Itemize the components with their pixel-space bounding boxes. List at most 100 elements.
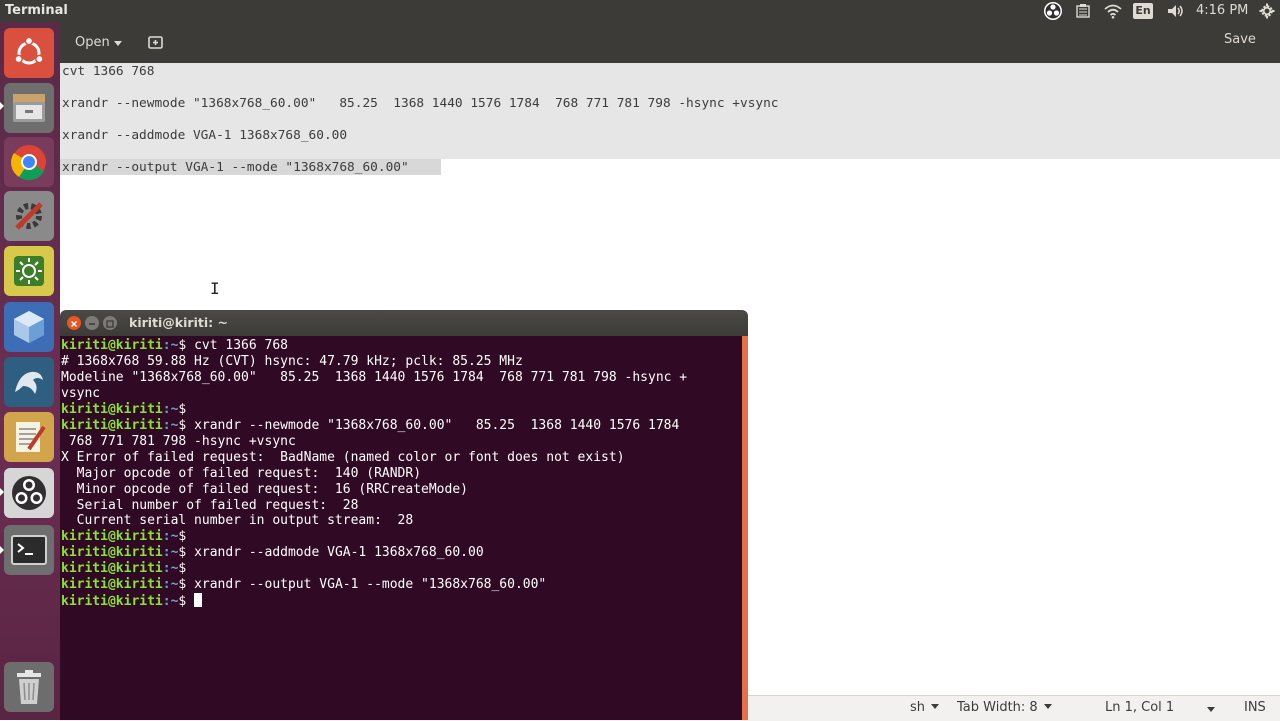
terminal-prompt-line: kiriti@kiriti:~$ cvt 1366 768	[61, 338, 288, 354]
virtualbox-icon[interactable]	[4, 302, 54, 352]
prompt-path: :~	[162, 338, 179, 353]
launcher	[0, 22, 60, 720]
obs-studio-icon[interactable]	[4, 468, 54, 518]
prompt-sign: $	[178, 529, 195, 545]
terminal-prompt-line: kiriti@kiriti:~$ xrandr --newmode "1368x…	[61, 418, 679, 434]
prompt-path: :~	[162, 577, 179, 593]
terminal-icon[interactable]	[4, 525, 54, 575]
terminal-command: cvt 1366 768	[194, 338, 288, 353]
prompt-path: :~	[162, 529, 179, 545]
terminal-prompt-line: kiriti@kiriti:~$	[61, 593, 203, 610]
prompt-path: :~	[162, 545, 179, 561]
keyboard-language-indicator[interactable]: En	[1133, 3, 1153, 19]
editor-line: xrandr --output VGA-1 --mode "1368x768_6…	[62, 160, 409, 175]
open-button[interactable]: Open	[74, 31, 132, 55]
prompt-path: :~	[162, 401, 179, 417]
chevron-down-icon	[1043, 704, 1052, 709]
trash-icon[interactable]	[4, 662, 54, 712]
prompt-sign: $	[178, 545, 195, 561]
prompt-sign: $	[178, 338, 195, 353]
prompt-sign: $	[178, 417, 195, 433]
terminal-output-line: vsync	[61, 385, 101, 401]
terminal-title: kiriti@kiriti: ~	[129, 315, 228, 330]
terminal-output-line: Modeline "1368x768_60.00" 85.25 1368 144…	[61, 369, 688, 385]
prompt-path: :~	[162, 417, 179, 433]
text-editor-icon[interactable]	[4, 412, 54, 462]
terminal-prompt-line: kiriti@kiriti:~$	[61, 561, 194, 577]
tab-width-label: Tab Width: 8	[957, 700, 1038, 715]
terminal-window: kiriti@kiriti: ~ kiriti@kiriti:~$ cvt 13…	[60, 310, 748, 720]
chevron-down-icon	[931, 704, 940, 709]
minimize-icon	[89, 323, 95, 325]
terminal-output-line: X Error of failed request: BadName (name…	[61, 449, 625, 465]
prompt-user: kiriti@kiriti	[61, 561, 163, 577]
top-panel: Terminal En 4:16 PM	[0, 0, 1280, 22]
prompt-user: kiriti@kiriti	[61, 529, 163, 545]
prompt-sign: $	[178, 594, 195, 610]
terminal-cursor	[194, 593, 203, 608]
terminal-prompt-line: kiriti@kiriti:~$	[61, 529, 194, 545]
minimize-button[interactable]	[85, 316, 99, 330]
files-icon[interactable]	[4, 83, 54, 133]
terminal-titlebar[interactable]: kiriti@kiriti: ~	[60, 310, 748, 336]
terminal-prompt-line: kiriti@kiriti:~$ xrandr --output VGA-1 -…	[61, 577, 546, 593]
prompt-user: kiriti@kiriti	[61, 577, 163, 593]
editor-line: xrandr --newmode "1368x768_60.00" 85.25 …	[62, 96, 779, 111]
obs-indicator-icon[interactable]	[1042, 0, 1064, 22]
editor-toolbar: Open Save	[60, 22, 1280, 63]
chevron-down-icon	[114, 41, 122, 46]
prompt-path: :~	[162, 561, 179, 577]
terminal-command: xrandr --newmode "1368x768_60.00" 85.25 …	[194, 417, 680, 433]
chevron-down-icon[interactable]	[1207, 707, 1215, 712]
editor-line: cvt 1366 768	[62, 64, 155, 79]
prompt-sign: $	[178, 561, 195, 577]
ibeam-cursor-icon: I	[210, 279, 220, 298]
terminal-output-line: Major opcode of failed request: 140 (RAN…	[61, 465, 422, 481]
new-document-icon	[148, 36, 163, 49]
maximize-icon	[106, 320, 114, 328]
maximize-button[interactable]	[103, 316, 117, 330]
terminal-command: xrandr --output VGA-1 --mode "1368x768_6…	[194, 577, 547, 593]
prompt-user: kiriti@kiriti	[61, 545, 163, 561]
terminal-output-line: Serial number of failed request: 28	[61, 497, 359, 513]
prompt-sign: $	[178, 401, 195, 417]
close-icon	[70, 320, 78, 328]
open-label: Open	[75, 35, 110, 50]
new-document-button[interactable]	[146, 33, 166, 53]
editor-line: xrandr --addmode VGA-1 1368x768_60.00	[62, 128, 348, 143]
prompt-user: kiriti@kiriti	[61, 417, 163, 433]
text-selection	[60, 63, 1280, 159]
app-title: Terminal	[5, 3, 68, 18]
wifi-icon[interactable]	[1102, 0, 1124, 22]
window-edge	[742, 336, 748, 720]
language-label: sh	[910, 700, 926, 715]
terminal-prompt-line: kiriti@kiriti:~$	[61, 402, 194, 418]
terminal-output-line: Current serial number in output stream: …	[61, 513, 414, 529]
prompt-user: kiriti@kiriti	[61, 338, 163, 353]
terminal-output-line: # 1368x768 59.88 Hz (CVT) hsync: 47.79 k…	[61, 353, 523, 369]
insert-mode[interactable]: INS	[1244, 700, 1266, 715]
clipboard-indicator-icon[interactable]	[1072, 0, 1094, 22]
ubuntu-dash-icon[interactable]	[4, 28, 54, 78]
terminal-output-line: 768 771 781 798 -hsync +vsync	[61, 433, 296, 449]
clock[interactable]: 4:16 PM	[1196, 3, 1248, 18]
prompt-user: kiriti@kiriti	[61, 401, 163, 417]
mysql-workbench-icon[interactable]	[4, 357, 54, 407]
prompt-path: :~	[162, 594, 179, 610]
cursor-position[interactable]: Ln 1, Col 1	[1105, 700, 1174, 715]
chrome-icon[interactable]	[4, 137, 54, 187]
save-button[interactable]: Save	[1224, 32, 1256, 47]
terminal-output-line: Minor opcode of failed request: 16 (RRCr…	[61, 481, 468, 497]
volume-icon[interactable]	[1164, 0, 1186, 22]
tab-width-selector[interactable]: Tab Width: 8	[957, 700, 1052, 715]
gear-icon[interactable]	[1256, 0, 1278, 22]
system-settings-icon[interactable]	[4, 191, 54, 241]
terminal-command: xrandr --addmode VGA-1 1368x768_60.00	[194, 545, 484, 561]
prompt-user: kiriti@kiriti	[61, 594, 163, 610]
close-button[interactable]	[67, 316, 81, 330]
language-selector[interactable]: sh	[910, 700, 940, 715]
terminal-prompt-line: kiriti@kiriti:~$ xrandr --addmode VGA-1 …	[61, 545, 484, 561]
brightness-settings-icon[interactable]	[4, 246, 54, 296]
terminal-output[interactable]: kiriti@kiriti:~$ cvt 1366 768 # 1368x768 …	[60, 336, 742, 720]
prompt-sign: $	[178, 577, 195, 593]
